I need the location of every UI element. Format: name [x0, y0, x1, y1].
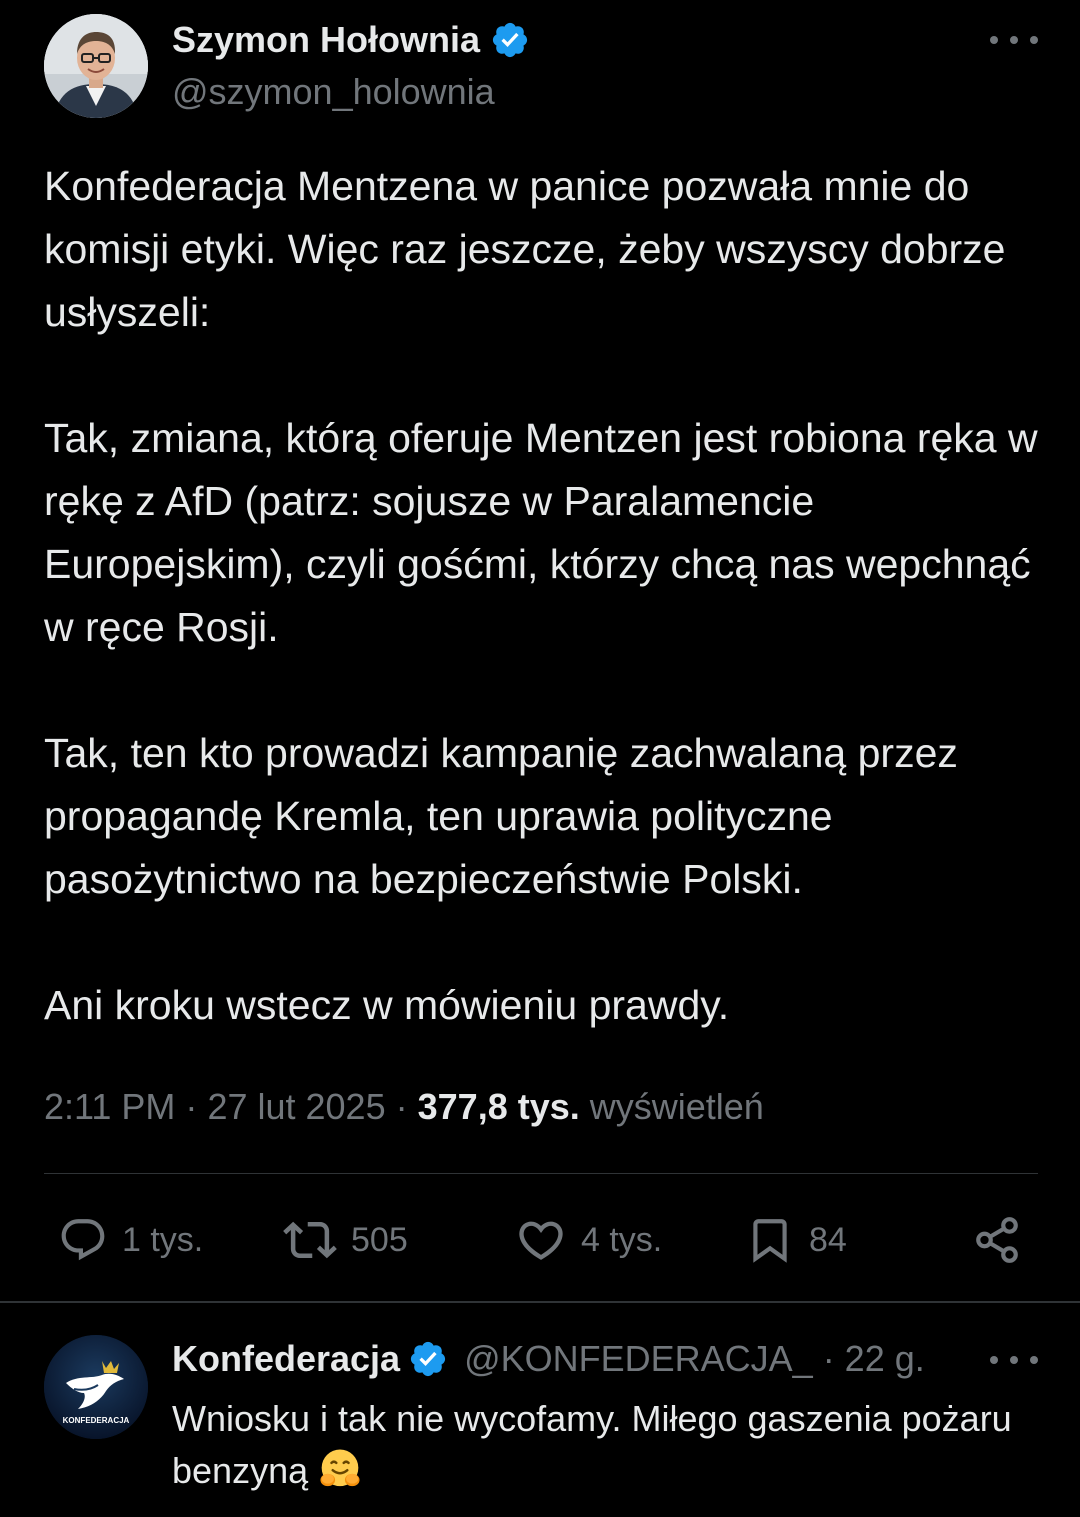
reply-text: Wniosku i tak nie wycofamy. Miłego gasze… — [172, 1393, 1032, 1497]
meta-separator: · — [185, 1086, 198, 1127]
author-name[interactable]: Szymon Hołownia — [172, 16, 480, 64]
tweet-paragraph: Tak, zmiana, którą oferuje Mentzen jest … — [44, 415, 1038, 650]
divider — [0, 1301, 1080, 1303]
reply-count: 1 tys. — [122, 1220, 204, 1259]
bookmark-button[interactable]: 84 — [745, 1210, 847, 1270]
repost-icon — [283, 1221, 337, 1259]
tweet-paragraph: Konfederacja Mentzena w panice pozwała m… — [44, 163, 1006, 335]
divider — [44, 1173, 1038, 1174]
reply-time[interactable]: · 22 g. — [813, 1334, 925, 1384]
tweet-date[interactable]: 27 lut 2025 — [207, 1086, 385, 1127]
meta-separator: · — [395, 1086, 408, 1127]
share-icon — [976, 1217, 1018, 1263]
repost-count: 505 — [351, 1220, 408, 1259]
like-icon — [519, 1221, 563, 1260]
reply-button[interactable]: 1 tys. — [58, 1210, 203, 1270]
reply-author-avatar[interactable]: KONFEDERACJA — [44, 1335, 148, 1439]
more-icon[interactable] — [990, 28, 1038, 52]
bookmark-icon — [753, 1219, 787, 1263]
konfederacja-logo-icon: KONFEDERACJA — [44, 1335, 148, 1439]
verified-badge-icon — [492, 22, 528, 58]
share-button[interactable] — [972, 1210, 1022, 1270]
views-count[interactable]: 377,8 tys. — [418, 1086, 580, 1127]
author-avatar[interactable] — [44, 14, 148, 118]
hugging-face-emoji — [320, 1449, 360, 1487]
reply-text-content: Wniosku i tak nie wycofamy. Miłego gasze… — [172, 1398, 1012, 1491]
tweet-paragraph: Tak, ten kto prowadzi kampanię zachwalan… — [44, 730, 958, 902]
reply-icon — [61, 1219, 105, 1261]
reply-header: Konfederacja @KONFEDERACJA_ · 22 g. — [172, 1334, 925, 1384]
reply-author-handle[interactable]: @KONFEDERACJA_ — [464, 1334, 813, 1384]
like-count: 4 tys. — [581, 1220, 663, 1259]
author-avatar-image — [44, 14, 148, 118]
avatar-logo-text: KONFEDERACJA — [63, 1416, 130, 1425]
bookmark-count: 84 — [809, 1220, 847, 1259]
tweet-time[interactable]: 2:11 PM — [44, 1086, 175, 1127]
author-name-row[interactable]: Szymon Hołownia — [172, 16, 530, 64]
reply-author-name[interactable]: Konfederacja — [172, 1334, 400, 1384]
views-label: wyświetleń — [589, 1086, 764, 1127]
more-icon[interactable] — [990, 1348, 1038, 1372]
repost-button[interactable]: 505 — [283, 1210, 408, 1270]
tweet-paragraph: Ani kroku wstecz w mówieniu prawdy. — [44, 982, 730, 1028]
tweet-meta: 2:11 PM · 27 lut 2025 · 377,8 tys. wyświ… — [44, 1082, 764, 1132]
author-handle[interactable]: @szymon_holownia — [172, 68, 495, 116]
like-button[interactable]: 4 tys. — [515, 1210, 662, 1270]
tweet-text: Konfederacja Mentzena w panice pozwała m… — [44, 155, 1044, 1037]
verified-badge-icon — [410, 1341, 446, 1377]
